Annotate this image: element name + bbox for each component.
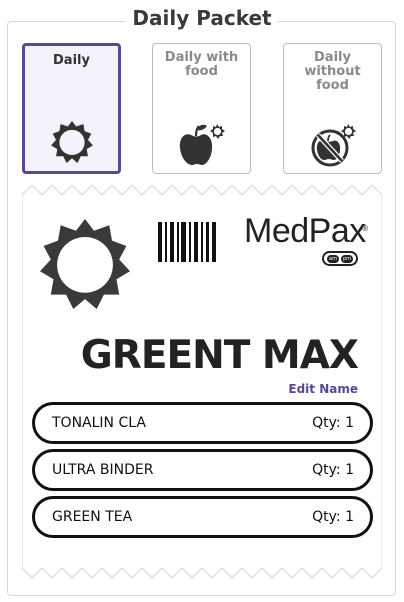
brand-logo: MedPax — [244, 212, 366, 250]
option-daily[interactable]: Daily — [22, 43, 121, 174]
item-name: ULTRA BINDER — [52, 462, 154, 478]
option-daily-without-food[interactable]: Daily without food — [283, 43, 382, 174]
item-name: GREEN TEA — [52, 509, 133, 525]
edit-name-link[interactable]: Edit Name — [288, 382, 358, 396]
item-qty: Qty: 1 — [312, 462, 354, 478]
list-item[interactable]: GREEN TEA Qty: 1 — [32, 496, 373, 538]
sun-icon — [25, 121, 118, 163]
medication-packet: MedPax ® am pm GREENT MAX Edit Name TONA… — [22, 185, 382, 578]
no-food-sun-icon — [284, 121, 381, 167]
packet-name: GREENT MAX — [80, 333, 359, 378]
item-name: TONALIN CLA — [52, 415, 146, 431]
list-item[interactable]: TONALIN CLA Qty: 1 — [32, 402, 373, 444]
registered-mark: ® — [361, 224, 369, 233]
apple-sun-icon — [153, 121, 250, 167]
barcode-icon — [158, 222, 216, 266]
pm-label: pm — [340, 254, 353, 263]
am-label: am — [327, 254, 339, 263]
item-qty: Qty: 1 — [312, 509, 354, 525]
list-item[interactable]: ULTRA BINDER Qty: 1 — [32, 449, 373, 491]
item-qty: Qty: 1 — [312, 415, 354, 431]
am-pm-badge: am pm — [322, 251, 358, 266]
option-daily-with-food[interactable]: Daily with food — [152, 43, 251, 174]
sun-icon — [40, 218, 130, 314]
